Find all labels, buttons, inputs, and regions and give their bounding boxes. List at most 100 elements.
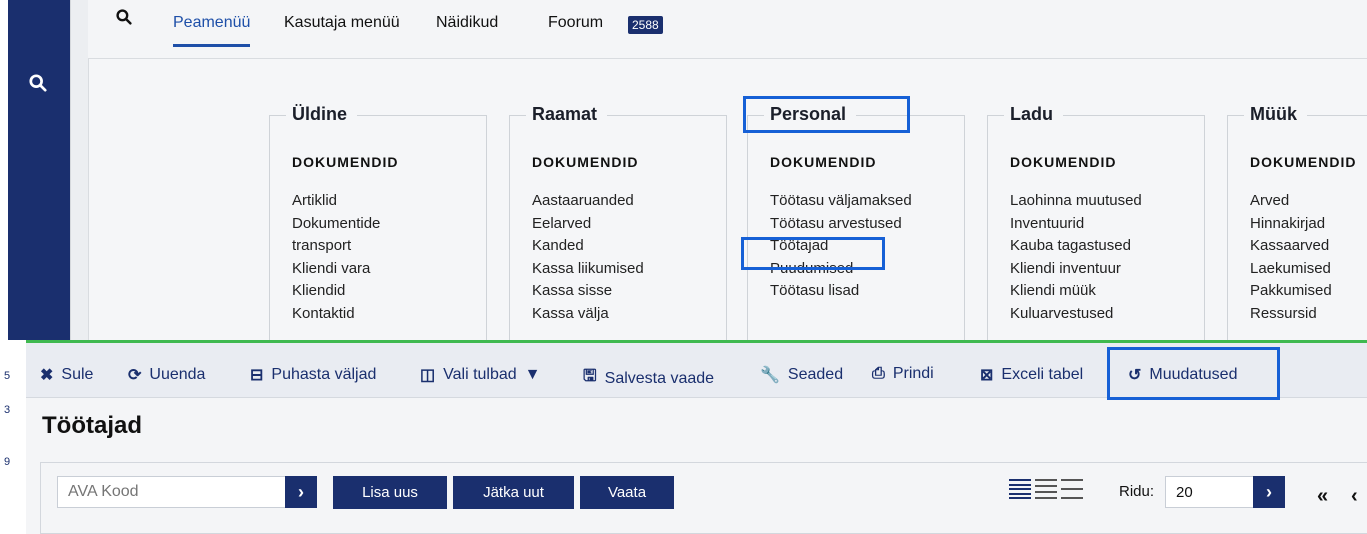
menu-link[interactable]: Töötasu väljamaksed [770,190,912,213]
page-title: Töötajad [42,412,142,439]
tab-foorum[interactable]: Foorum [548,14,603,44]
clear-fields-button[interactable]: ⊟ Puhasta väljad [250,365,376,385]
menu-link[interactable]: Kassa sisse [532,280,644,303]
column-subtitle: DOKUMENDID [292,154,399,170]
menu-link[interactable]: Pakkumised [1250,280,1332,303]
side-navigation [8,0,70,340]
first-page-button[interactable]: « [1317,485,1328,508]
menu-link[interactable]: Kassa liikumised [532,258,644,281]
column-subtitle: DOKUMENDID [532,154,639,170]
screen: Peamenüü Kasutaja menüü Näidikud Foorum … [0,0,1367,534]
caret-down-icon: ▼ [524,366,541,383]
column-title: Üldine [286,104,358,125]
rows-go-button[interactable]: › [1253,476,1285,508]
column-list: Arved Hinnakirjad Kassaarved Laekumised … [1250,190,1332,325]
menu-link[interactable]: Laekumised [1250,258,1332,281]
edge-mark: 3 [4,404,11,416]
menu-link[interactable]: Ressursid [1250,303,1332,326]
menu-link[interactable]: Kassaarved [1250,235,1332,258]
refresh-icon: ⟳ [128,367,142,384]
print-label: Prindi [892,365,934,382]
refresh-label: Uuenda [149,366,206,383]
main-menu-panel: Üldine DOKUMENDID Artiklid Dokumentide t… [88,58,1367,355]
menu-link[interactable]: Kuluarvestused [1010,303,1142,326]
continue-new-button[interactable]: Jätka uut [453,476,574,509]
menu-link[interactable]: Inventuurid [1010,213,1142,236]
wrench-icon: 🔧 [760,367,780,384]
close-button[interactable]: ✖ Sule [40,365,93,385]
choose-columns-button[interactable]: ◫ Vali tulbad ▼ [420,365,541,385]
excel-label: Exceli tabel [1001,366,1084,383]
columns-label: Vali tulbad [443,366,517,383]
density-normal-icon[interactable] [1035,479,1057,499]
edge-mark: 9 [4,456,11,468]
density-wide-icon[interactable] [1061,479,1083,499]
edge-mark: 5 [4,370,11,382]
menu-link[interactable]: Kliendi inventuur [1010,258,1142,281]
highlight-personal [743,96,910,133]
excel-icon: ⊠ [980,367,994,384]
left-edge-marks: 5 3 9 [0,360,20,480]
menu-area: Üldine DOKUMENDID Artiklid Dokumentide t… [88,58,1367,355]
menu-link[interactable]: Hinnakirjad [1250,213,1332,236]
menu-link[interactable]: Kauba tagastused [1010,235,1142,258]
scrollbar-strip[interactable] [70,0,88,340]
menu-link[interactable]: Töötasu arvestused [770,213,912,236]
add-new-button[interactable]: Lisa uus [333,476,447,509]
search-form: › Lisa uus Jätka uut Vaata Ridu: › « ‹ [40,462,1367,534]
minus-box-icon: ⊟ [250,367,264,384]
column-title: Müük [1244,104,1307,125]
menu-link[interactable]: Kliendid [292,280,380,303]
menu-column-personal: Personal DOKUMENDID Töötasu väljamaksed … [747,104,965,355]
settings-button[interactable]: 🔧 Seaded [760,365,843,385]
code-input[interactable] [57,476,287,508]
tab-naidikud[interactable]: Näidikud [436,14,498,44]
menu-link[interactable]: Kontaktid [292,303,380,326]
tab-peamenuu[interactable]: Peamenüü [173,14,251,47]
column-list: Artiklid Dokumentide transport Kliendi v… [292,190,380,325]
menu-column-ladu: Ladu DOKUMENDID Laohinna muutused Invent… [987,104,1205,355]
menu-link[interactable]: Laohinna muutused [1010,190,1142,213]
save-icon: 🖫 [583,368,597,385]
clear-label: Puhasta väljad [271,366,377,383]
print-button[interactable]: ⎙ Prindi [872,365,934,383]
menu-link[interactable]: Arved [1250,190,1332,213]
column-title: Ladu [1004,104,1063,125]
chevron-right-icon: › [1266,481,1272,502]
highlight-tootajad [741,237,885,270]
excel-button[interactable]: ⊠ Exceli tabel [980,365,1083,385]
save-view-label: Salvesta vaade [604,369,715,387]
menu-link[interactable]: Dokumentide [292,213,380,236]
rows-input[interactable] [1165,476,1255,508]
view-button[interactable]: Vaata [580,476,674,509]
column-subtitle: DOKUMENDID [1250,154,1357,170]
menu-column-muuk: Müük DOKUMENDID Arved Hinnakirjad Kassaa… [1227,104,1367,355]
column-subtitle: DOKUMENDID [770,154,877,170]
settings-label: Seaded [787,366,844,383]
nav-search-icon[interactable] [116,8,132,31]
menu-column-raamat: Raamat DOKUMENDID Aastaaruanded Eelarved… [509,104,727,355]
menu-link[interactable]: Aastaaruanded [532,190,644,213]
forum-count-badge: 2588 [628,16,663,34]
column-title: Raamat [526,104,608,125]
save-view-button[interactable]: 🖫 Salvesta vaade [583,365,714,392]
menu-link[interactable]: transport [292,235,380,258]
menu-link[interactable]: Kliendi vara [292,258,380,281]
search-icon[interactable] [18,68,58,98]
menu-column-uldine: Üldine DOKUMENDID Artiklid Dokumentide t… [269,104,487,355]
density-compact-icon[interactable] [1009,479,1031,499]
menu-link[interactable]: Artiklid [292,190,380,213]
menu-link[interactable]: Kassa välja [532,303,644,326]
menu-link[interactable]: Töötasu lisad [770,280,912,303]
chevron-right-icon: › [298,481,304,502]
tab-kasutaja-menuu[interactable]: Kasutaja menüü [284,14,400,44]
previous-page-button[interactable]: ‹ [1351,485,1358,508]
menu-link[interactable]: Eelarved [532,213,644,236]
columns-icon: ◫ [420,367,436,384]
print-icon: ⎙ [872,365,885,382]
rows-label: Ridu: [1119,483,1155,500]
menu-link[interactable]: Kliendi müük [1010,280,1142,303]
go-button[interactable]: › [285,476,317,508]
refresh-button[interactable]: ⟳ Uuenda [128,365,205,385]
menu-link[interactable]: Kanded [532,235,644,258]
